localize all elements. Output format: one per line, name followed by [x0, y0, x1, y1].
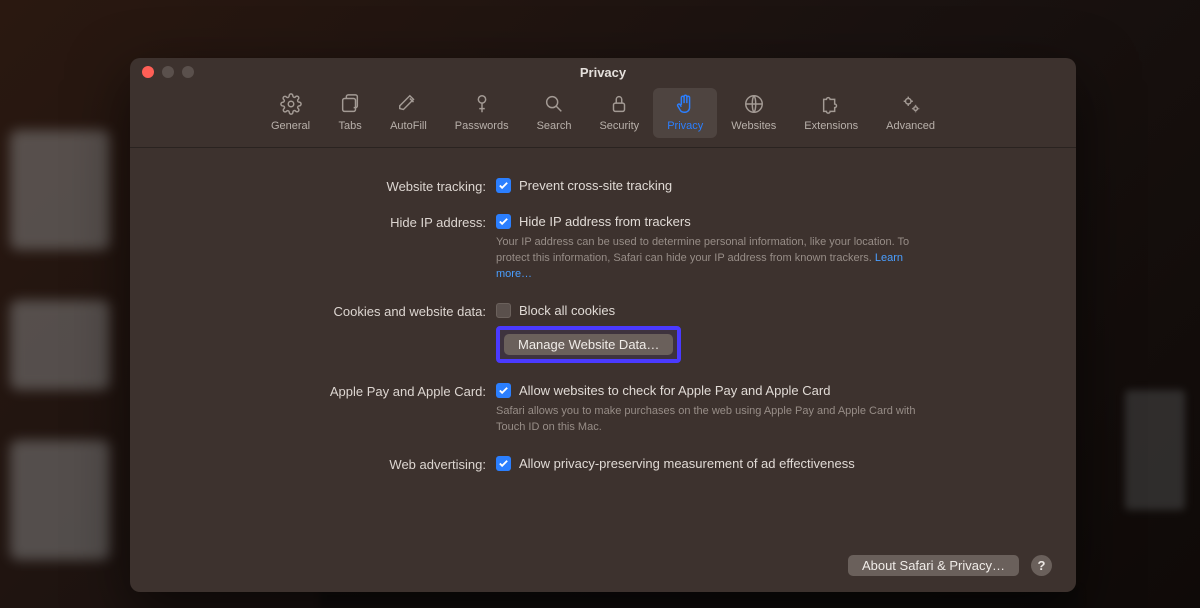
- preferences-toolbar: General Tabs AutoFill Passwords Search: [130, 86, 1076, 148]
- checkbox-label: Block all cookies: [519, 303, 615, 318]
- search-icon: [542, 92, 566, 116]
- checkbox-block-cookies[interactable]: [496, 303, 511, 318]
- label-apple-pay: Apple Pay and Apple Card:: [170, 383, 496, 399]
- checkbox-web-advertising[interactable]: [496, 456, 511, 471]
- tab-websites[interactable]: Websites: [717, 88, 790, 138]
- label-cookies: Cookies and website data:: [170, 303, 496, 319]
- tab-passwords[interactable]: Passwords: [441, 88, 523, 138]
- checkbox-hide-ip[interactable]: [496, 214, 511, 229]
- highlight-box: Manage Website Data…: [496, 326, 681, 363]
- tab-privacy[interactable]: Privacy: [653, 88, 717, 138]
- traffic-lights: [142, 66, 194, 78]
- gear-icon: [279, 92, 303, 116]
- help-text-apple-pay: Safari allows you to make purchases on t…: [496, 404, 926, 436]
- titlebar: Privacy: [130, 58, 1076, 86]
- label-hide-ip: Hide IP address:: [170, 214, 496, 230]
- tab-extensions[interactable]: Extensions: [790, 88, 872, 138]
- help-text-hide-ip: Your IP address can be used to determine…: [496, 235, 926, 283]
- window-title: Privacy: [130, 65, 1076, 80]
- checkbox-label: Allow websites to check for Apple Pay an…: [519, 383, 830, 398]
- tab-autofill[interactable]: AutoFill: [376, 88, 441, 138]
- checkbox-apple-pay[interactable]: [496, 383, 511, 398]
- bg-blur-items: [10, 130, 110, 560]
- checkbox-prevent-cross-site-tracking[interactable]: [496, 178, 511, 193]
- puzzle-icon: [819, 92, 843, 116]
- footer: About Safari & Privacy… ?: [848, 555, 1052, 576]
- row-apple-pay: Apple Pay and Apple Card: Allow websites…: [170, 383, 1036, 436]
- tabs-icon: [338, 92, 362, 116]
- manage-website-data-button[interactable]: Manage Website Data…: [504, 334, 673, 355]
- row-web-advertising: Web advertising: Allow privacy-preservin…: [170, 456, 1036, 472]
- row-website-tracking: Website tracking: Prevent cross-site tra…: [170, 178, 1036, 194]
- minimize-button[interactable]: [162, 66, 174, 78]
- row-cookies: Cookies and website data: Block all cook…: [170, 303, 1036, 363]
- globe-icon: [742, 92, 766, 116]
- about-safari-privacy-button[interactable]: About Safari & Privacy…: [848, 555, 1019, 576]
- key-icon: [470, 92, 494, 116]
- content-pane: Website tracking: Prevent cross-site tra…: [130, 148, 1076, 592]
- label-website-tracking: Website tracking:: [170, 178, 496, 194]
- checkbox-label: Hide IP address from trackers: [519, 214, 691, 229]
- row-hide-ip: Hide IP address: Hide IP address from tr…: [170, 214, 1036, 283]
- tab-advanced[interactable]: Advanced: [872, 88, 949, 138]
- maximize-button[interactable]: [182, 66, 194, 78]
- label-web-advertising: Web advertising:: [170, 456, 496, 472]
- help-button[interactable]: ?: [1031, 555, 1052, 576]
- close-button[interactable]: [142, 66, 154, 78]
- pencil-icon: [396, 92, 420, 116]
- lock-icon: [607, 92, 631, 116]
- preferences-window: Privacy General Tabs AutoFill Passwords: [130, 58, 1076, 592]
- gears-icon: [899, 92, 923, 116]
- bg-blur-item-right: [1125, 390, 1185, 510]
- hand-icon: [673, 92, 697, 116]
- checkbox-label: Prevent cross-site tracking: [519, 178, 672, 193]
- tab-general[interactable]: General: [257, 88, 324, 138]
- checkbox-label: Allow privacy-preserving measurement of …: [519, 456, 855, 471]
- tab-tabs[interactable]: Tabs: [324, 88, 376, 138]
- tab-search[interactable]: Search: [523, 88, 586, 138]
- tab-security[interactable]: Security: [585, 88, 653, 138]
